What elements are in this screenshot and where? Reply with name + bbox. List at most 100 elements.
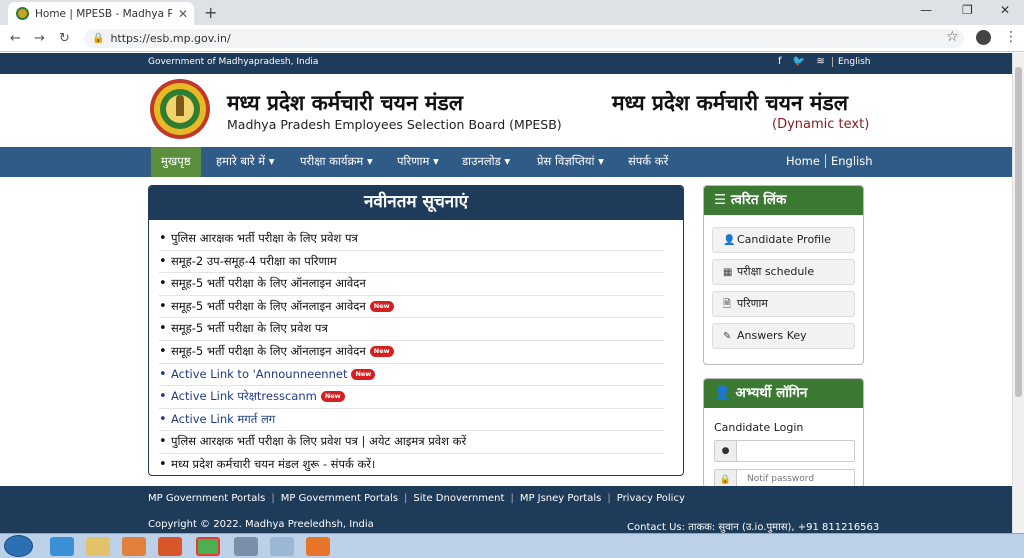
notice-item[interactable]: Active Link to 'AnnounneennetNew bbox=[159, 364, 664, 387]
notice-item[interactable]: Active Link परेक्षtresscanmNew bbox=[159, 386, 664, 409]
nav-separator bbox=[824, 154, 826, 168]
footer-link[interactable]: Privacy Policy bbox=[617, 493, 685, 504]
language-link[interactable]: English bbox=[832, 57, 871, 67]
nav-results[interactable]: परिणाम ▾ bbox=[397, 147, 439, 177]
footer-link[interactable]: MP Government Portals bbox=[148, 493, 265, 504]
app-icon[interactable] bbox=[234, 537, 258, 556]
chrome-icon[interactable] bbox=[196, 537, 220, 556]
url-field[interactable]: 🔒 https://esb.mp.gov.in/ bbox=[84, 29, 964, 48]
back-button[interactable]: ← bbox=[10, 31, 21, 46]
mp-emblem-logo[interactable] bbox=[149, 78, 211, 140]
footer-links: MP Government Portals | MP Government Port… bbox=[148, 493, 685, 504]
minimize-button[interactable]: — bbox=[920, 3, 932, 17]
notice-text: Active Link मगर्त लग bbox=[171, 411, 276, 426]
nav-press-releases[interactable]: प्रेस विज्ञप्तियां ▾ bbox=[537, 147, 604, 177]
calendar-icon: ▦ bbox=[723, 267, 733, 278]
notice-text: समूह-5 भर्ती परीक्षा के लिए प्रवेश पत्र bbox=[171, 321, 328, 336]
notice-item[interactable]: समूह-5 भर्ती परीक्षा के लिए ऑनलाइन आवेदन bbox=[159, 273, 664, 296]
dynamic-text: (Dynamic text) bbox=[772, 117, 870, 132]
site-title-hindi-right: मध्य प्रदेश कर्मचारी चयन मंडल bbox=[612, 91, 848, 115]
lock-icon: 🔒 bbox=[92, 33, 105, 44]
start-button[interactable] bbox=[4, 535, 33, 557]
document-icon: 🗎 bbox=[723, 299, 732, 310]
notice-text: समूह-5 भर्ती परीक्षा के लिए ऑनलाइन आवेदन bbox=[171, 298, 366, 313]
app-icon[interactable] bbox=[270, 537, 294, 556]
profile-avatar[interactable] bbox=[976, 30, 991, 45]
site-footer: MP Government Portals | MP Government Port… bbox=[0, 486, 1012, 534]
nav-contact[interactable]: संपर्क करें bbox=[628, 147, 668, 177]
footer-link[interactable]: MP Government Portals bbox=[281, 493, 398, 504]
password-placeholder: Notif password bbox=[747, 474, 815, 484]
login-heading: 👤 अभ्यर्थी लॉगिन bbox=[704, 379, 863, 408]
new-badge: New bbox=[320, 391, 345, 403]
close-window-button[interactable]: ✕ bbox=[1000, 3, 1010, 17]
notices-list: पुलिस आरक्षक भर्ती परीक्षा के लिए प्रवेश… bbox=[149, 220, 683, 475]
firefox-icon[interactable] bbox=[158, 537, 182, 556]
notice-item[interactable]: समूह-5 भर्ती परीक्षा के लिए प्रवेश पत्र bbox=[159, 318, 664, 341]
quick-link-exam-schedule[interactable]: ▦ परीक्षा schedule bbox=[712, 259, 855, 285]
nav-english-link[interactable]: English bbox=[831, 154, 873, 168]
bookmark-star-icon[interactable]: ☆ bbox=[946, 29, 959, 45]
page-scrollbar[interactable] bbox=[1012, 53, 1024, 533]
new-badge: New bbox=[369, 300, 394, 312]
notice-text: Active Link परेक्षtresscanm bbox=[171, 389, 317, 404]
scrollbar-thumb[interactable] bbox=[1015, 67, 1022, 397]
candidate-login-panel: 👤 अभ्यर्थी लॉगिन Candidate Login ● 🔒 Noti… bbox=[703, 378, 864, 488]
nav-home-link[interactable]: Home bbox=[786, 154, 820, 168]
folder-icon[interactable] bbox=[86, 537, 110, 556]
new-tab-button[interactable]: + bbox=[204, 3, 217, 22]
notice-text: मध्य प्रदेश कर्मचारी चयन मंडल शुरू - संप… bbox=[171, 456, 376, 471]
system-tray[interactable] bbox=[880, 540, 1020, 554]
url-text: https://esb.mp.gov.in/ bbox=[110, 32, 231, 45]
footer-link[interactable]: Site Dnovernment bbox=[413, 493, 504, 504]
notice-text: समूह-5 भर्ती परीक्षा के लिए ऑनलाइन आवेदन bbox=[171, 343, 366, 358]
new-badge: New bbox=[369, 345, 394, 357]
login-label: Candidate Login bbox=[714, 421, 804, 434]
forward-button[interactable]: → bbox=[34, 31, 45, 46]
notice-item[interactable]: समूह-5 भर्ती परीक्षा के लिए ऑनलाइन आवेदन… bbox=[159, 341, 664, 364]
nav-exam-schedule[interactable]: परीक्षा कार्यक्रम ▾ bbox=[300, 147, 373, 177]
nav-home[interactable]: मुखपृष्ठ bbox=[151, 147, 201, 177]
copyright-text: Copyright © 2022. Madhya Preeledhsh, Ind… bbox=[148, 519, 374, 530]
favicon-icon bbox=[16, 7, 29, 20]
office-icon[interactable] bbox=[306, 537, 330, 556]
media-icon[interactable] bbox=[122, 537, 146, 556]
edit-icon: ✎ bbox=[723, 331, 732, 342]
user-icon: 👤 bbox=[714, 385, 736, 401]
tab-close-icon[interactable]: ✕ bbox=[172, 7, 194, 21]
user-icon: 👤 bbox=[723, 235, 736, 246]
quick-link-results[interactable]: 🗎 परिणाम bbox=[712, 291, 855, 317]
top-strip: Government of Madhyapradesh, India f 🐦 ≋… bbox=[0, 53, 1012, 74]
notice-item[interactable]: पुलिस आरक्षक भर्ती परीक्षा के लिए प्रवेश… bbox=[159, 228, 664, 251]
nav-about[interactable]: हमारे बारे में ▾ bbox=[216, 147, 275, 177]
nav-right-links: Home English bbox=[786, 147, 873, 176]
notice-item[interactable]: समूह-2 उप-समूह-4 परीक्षा का परिणाम bbox=[159, 251, 664, 274]
browser-tab[interactable]: Home | MPESB - Madhya Prades ✕ bbox=[8, 2, 194, 25]
maximize-button[interactable]: ❐ bbox=[962, 3, 973, 17]
site-title-hindi: मध्य प्रदेश कर्मचारी चयन मंडल bbox=[227, 91, 463, 115]
latest-notices-panel: नवीनतम सूचनाएं पुलिस आरक्षक भर्ती परीक्ष… bbox=[148, 185, 684, 476]
browser-menu-icon[interactable]: ⋮ bbox=[1004, 29, 1018, 45]
quick-links-heading: ☰ त्वरित लिंक bbox=[704, 186, 863, 215]
list-icon: ☰ bbox=[714, 192, 731, 208]
notice-text: Active Link to 'Announneennet bbox=[171, 366, 348, 381]
main-nav: मुखपृष्ठ हमारे बारे में ▾ परीक्षा कार्यक… bbox=[0, 147, 1012, 177]
gov-text: Government of Madhyapradesh, India bbox=[148, 57, 319, 67]
new-badge: New bbox=[351, 368, 376, 380]
reload-button[interactable]: ↻ bbox=[59, 31, 70, 46]
os-taskbar bbox=[0, 533, 1024, 558]
username-field[interactable]: ● bbox=[714, 440, 855, 462]
notice-item[interactable]: मध्य प्रदेश कर्मचारी चयन मंडल शुरू - संप… bbox=[159, 454, 664, 475]
quick-link-candidate-profile[interactable]: 👤 Candidate Profile bbox=[712, 227, 855, 253]
footer-link[interactable]: MP Jsney Portals bbox=[520, 493, 602, 504]
notice-text: समूह-2 उप-समूह-4 परीक्षा का परिणाम bbox=[171, 253, 337, 268]
quick-link-answer-key[interactable]: ✎ Answers Key bbox=[712, 323, 855, 349]
notice-item[interactable]: Active Link मगर्त लग bbox=[159, 409, 664, 432]
notice-item[interactable]: पुलिस आरक्षक भर्ती परीक्षा के लिए प्रवेश… bbox=[159, 431, 664, 454]
notice-text: पुलिस आरक्षक भर्ती परीक्षा के लिए प्रवेश… bbox=[171, 434, 467, 449]
notice-item[interactable]: समूह-5 भर्ती परीक्षा के लिए ऑनलाइन आवेदन… bbox=[159, 296, 664, 319]
ie-icon[interactable] bbox=[50, 537, 74, 556]
nav-downloads[interactable]: डाउनलोड ▾ bbox=[462, 147, 510, 177]
notice-text: पुलिस आरक्षक भर्ती परीक्षा के लिए प्रवेश… bbox=[171, 231, 358, 245]
social-icons[interactable]: f 🐦 ≋ bbox=[778, 56, 829, 67]
